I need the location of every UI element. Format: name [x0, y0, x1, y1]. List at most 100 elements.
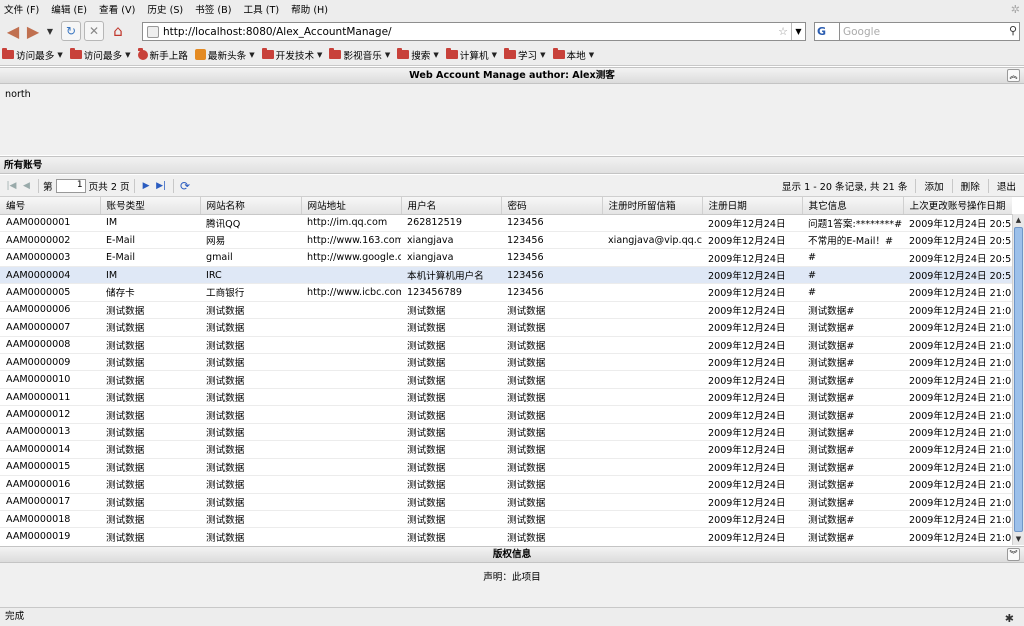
search-box: G Google ⚲ [814, 22, 1020, 41]
bookmark-item[interactable]: 影视音乐 ▼ [329, 48, 390, 62]
scroll-up-icon[interactable]: ▲ [1013, 214, 1024, 226]
scrollbar-thumb[interactable] [1014, 227, 1023, 532]
search-input[interactable]: Google [840, 22, 1020, 41]
table-row[interactable]: AAM0000012 测试数据 测试数据 测试数据 测试数据 2009年12月24日 测试数… [0, 405, 1012, 424]
table-row[interactable]: AAM0000006 测试数据 测试数据 测试数据 测试数据 2009年12月24日 测试数… [0, 301, 1012, 320]
chevron-down-icon: ▼ [540, 50, 546, 59]
reload-icon[interactable]: ↻ [61, 21, 81, 41]
table-cell: 测试数据 [401, 318, 501, 337]
table-cell: 测试数据 [100, 336, 200, 355]
table-cell: 测试数据# [802, 405, 903, 424]
menu-tools[interactable]: 工具 (T) [243, 2, 279, 16]
url-bar[interactable]: http://localhost:8080/Alex_AccountManage… [142, 22, 806, 41]
table-cell: AAM0000007 [0, 318, 100, 337]
search-engine-icon[interactable]: G [814, 22, 840, 41]
menu-help[interactable]: 帮助 (H) [291, 2, 328, 16]
column-header[interactable]: 注册日期 [702, 197, 803, 215]
table-row[interactable]: AAM0000009 测试数据 测试数据 测试数据 测试数据 2009年12月24日 测试数… [0, 353, 1012, 372]
back-arrow-icon[interactable]: ◀ [3, 20, 23, 42]
delete-button[interactable]: 删除 [957, 179, 984, 193]
table-cell [301, 475, 401, 494]
firebug-icon[interactable]: ✱ [1005, 610, 1014, 626]
grid-vertical-scrollbar[interactable]: ▲ ▼ [1012, 214, 1024, 545]
last-page-icon[interactable]: ▶| [154, 177, 169, 195]
forward-arrow-icon[interactable]: ▶ [23, 20, 43, 42]
column-header[interactable]: 网站名称 [200, 197, 302, 215]
stop-icon[interactable]: ✕ [84, 21, 104, 41]
column-header[interactable]: 编号 [0, 197, 101, 215]
folder-icon [552, 48, 565, 59]
table-cell: 2009年12月24日 [702, 405, 802, 424]
menu-view[interactable]: 查看 (V) [99, 2, 135, 16]
table-cell: 测试数据 [100, 405, 200, 424]
column-header[interactable]: 账号类型 [100, 197, 201, 215]
first-page-icon[interactable]: |◀ [4, 177, 19, 195]
column-header[interactable]: 上次更改账号操作日期 [903, 197, 1012, 215]
refresh-icon[interactable]: ⟳ [178, 177, 193, 195]
table-row[interactable]: AAM0000016 测试数据 测试数据 测试数据 测试数据 2009年12月24日 测试数… [0, 475, 1012, 494]
url-text[interactable]: http://localhost:8080/Alex_AccountManage… [163, 26, 775, 38]
column-header[interactable]: 网站地址 [301, 197, 402, 215]
add-button[interactable]: 添加 [920, 179, 947, 193]
table-row[interactable]: AAM0000005储存卡工商银行http://www.icbc.com.cn1… [0, 283, 1012, 302]
table-row[interactable]: AAM0000015 测试数据 测试数据 测试数据 测试数据 2009年12月24日 测试数… [0, 458, 1012, 477]
bookmark-item[interactable]: 新手上路 [137, 47, 188, 62]
table-cell: 测试数据 [100, 301, 200, 320]
bookmark-item[interactable]: 计算机 ▼ [445, 48, 497, 62]
table-row[interactable]: AAM0000017 测试数据 测试数据 测试数据 测试数据 2009年12月24日 测试数… [0, 493, 1012, 511]
table-cell: IM [100, 214, 200, 232]
bookmark-item[interactable]: 访问最多 ▼ [2, 48, 63, 62]
scroll-down-icon[interactable]: ▼ [1013, 533, 1024, 545]
table-row[interactable]: AAM0000001 IM 腾讯QQ http://im.qq.com 26281251… [0, 214, 1012, 232]
table-row[interactable]: AAM0000007 测试数据 测试数据 测试数据 测试数据 2009年12月24日 测试数… [0, 318, 1012, 337]
collapse-down-icon[interactable]: ︾ [1007, 548, 1020, 561]
table-row[interactable]: AAM0000008 测试数据 测试数据 测试数据 测试数据 2009年12月24日 测试数… [0, 336, 1012, 355]
menu-file[interactable]: 文件 (F) [4, 2, 39, 16]
logout-button[interactable]: 退出 [993, 179, 1020, 193]
table-cell: 123456 [501, 248, 602, 267]
table-cell: 测试数据 [401, 405, 501, 424]
column-header[interactable]: 其它信息 [802, 197, 904, 215]
table-row[interactable]: AAM0000018 测试数据 测试数据 测试数据 测试数据 2009年12月24日 测试数… [0, 510, 1012, 529]
table-cell: 本机计算机用户名 [401, 266, 501, 285]
prev-page-icon[interactable]: ◀ [19, 177, 34, 195]
table-cell: 测试数据 [401, 458, 501, 477]
home-icon[interactable]: ⌂ [107, 20, 129, 42]
table-row[interactable]: AAM0000011 测试数据 测试数据 测试数据 测试数据 2009年12月24日 测试数… [0, 388, 1012, 407]
url-dropdown-icon[interactable]: ▼ [791, 23, 805, 40]
bookmark-label: 最新头条 [207, 50, 247, 62]
table-row[interactable]: AAM0000004 IM IRC 本机计算机用户名 123456 2009年12月24日… [0, 266, 1012, 285]
table-cell: 2009年12月24日 21:0 [903, 301, 1012, 320]
table-cell [602, 318, 702, 337]
column-header[interactable]: 注册时所留信箱 [602, 197, 703, 215]
bookmark-star-icon[interactable]: ☆ [775, 25, 791, 38]
table-row[interactable]: AAM0000003 E-Mail gmail http://www.google.c… [0, 248, 1012, 267]
menu-bookmarks[interactable]: 书签 (B) [195, 2, 231, 16]
menu-edit[interactable]: 编辑 (E) [51, 2, 87, 16]
bookmark-item[interactable]: 本地 ▼ [552, 48, 594, 62]
bookmark-item[interactable]: 搜索 ▼ [397, 48, 439, 62]
table-cell: AAM0000008 [0, 336, 100, 355]
table-row[interactable]: AAM0000019 测试数据 测试数据 测试数据 测试数据 2009年12月24日 测试数… [0, 527, 1012, 545]
bookmark-item[interactable]: 学习 ▼ [503, 48, 546, 62]
table-cell: 测试数据 [501, 301, 602, 320]
table-row[interactable]: AAM0000002 E-Mail 网易 http://www.163.com xian… [0, 231, 1012, 250]
table-cell: AAM0000002 [0, 231, 100, 250]
column-header[interactable]: 用户名 [401, 197, 502, 215]
search-magnifier-icon[interactable]: ⚲ [1009, 24, 1017, 37]
next-page-icon[interactable]: ▶ [139, 177, 154, 195]
table-cell: 测试数据# [802, 318, 903, 337]
page-number-input[interactable]: 1 [55, 178, 86, 193]
bookmark-item[interactable]: 最新头条 ▼ [194, 48, 255, 62]
bookmark-item[interactable]: 开发技术 ▼ [261, 48, 322, 62]
table-cell [602, 214, 702, 232]
column-header[interactable]: 密码 [501, 197, 603, 215]
table-cell: 测试数据 [401, 475, 501, 494]
table-row[interactable]: AAM0000010 测试数据 测试数据 测试数据 测试数据 2009年12月24日 测试数… [0, 370, 1012, 389]
collapse-up-icon[interactable]: ︽ [1007, 69, 1020, 82]
bookmark-item[interactable]: 访问最多 ▼ [69, 48, 131, 62]
history-dropdown-icon[interactable]: ▼ [43, 20, 57, 42]
table-row[interactable]: AAM0000014 测试数据 测试数据 测试数据 测试数据 2009年12月24日 测试数… [0, 440, 1012, 459]
menu-history[interactable]: 历史 (S) [147, 2, 183, 16]
table-row[interactable]: AAM0000013 测试数据 测试数据 测试数据 测试数据 2009年12月24日 测试数… [0, 423, 1012, 442]
